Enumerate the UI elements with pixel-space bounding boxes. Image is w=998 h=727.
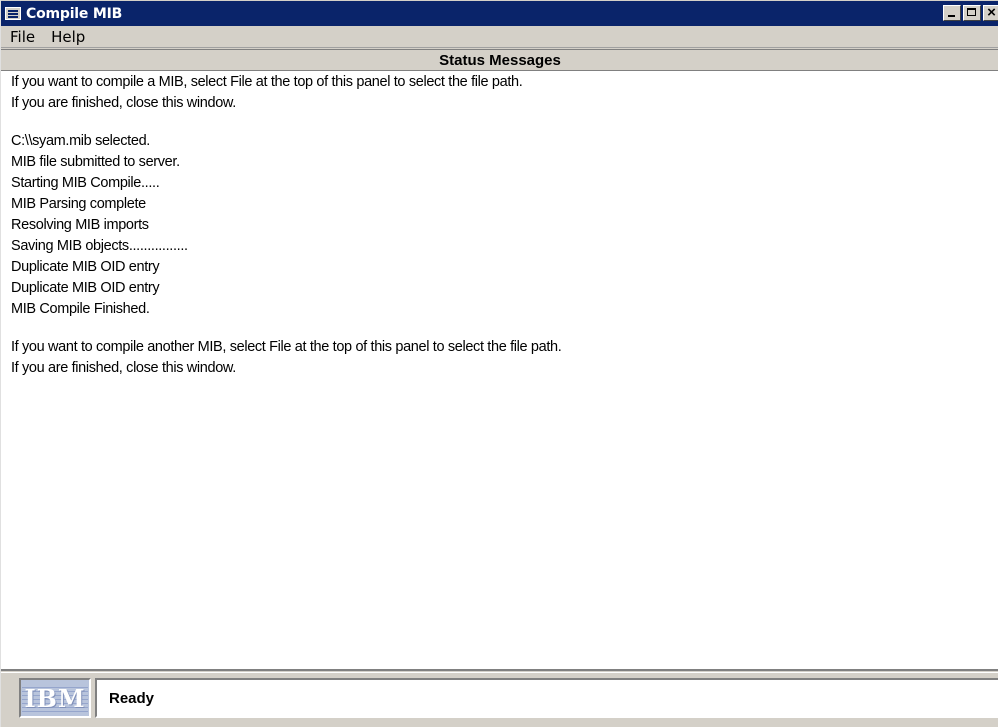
- close-button[interactable]: ×: [983, 5, 998, 21]
- message-line: C:\\syam.mib selected.: [11, 133, 150, 149]
- title-bar[interactable]: Compile MIB ×: [1, 0, 998, 26]
- message-line-blank: [11, 320, 998, 337]
- message-line: If you are finished, close this window.: [11, 360, 236, 376]
- status-bar: IBM Ready: [1, 669, 998, 727]
- status-text: Ready: [109, 689, 155, 707]
- window-title: Compile MIB: [26, 5, 123, 22]
- window-controls: ×: [943, 5, 998, 21]
- status-messages-header: Status Messages: [1, 50, 998, 71]
- message-line: Resolving MIB imports: [11, 217, 149, 233]
- message-line: Duplicate MIB OID entry: [11, 280, 160, 296]
- message-line: Starting MIB Compile.....: [11, 175, 160, 191]
- message-line: MIB Parsing complete: [11, 196, 146, 212]
- message-line-blank: [11, 114, 998, 131]
- status-bar-bottom-edge: [1, 721, 998, 727]
- maximize-button[interactable]: [963, 5, 981, 21]
- menu-bar: File Help: [1, 26, 998, 48]
- status-messages-panel: Status Messages If you want to compile a…: [1, 49, 998, 669]
- menu-help[interactable]: Help: [44, 28, 92, 46]
- messages-list: If you want to compile a MIB, select Fil…: [1, 71, 998, 379]
- status-text-field: Ready: [95, 678, 998, 718]
- message-line: If you want to compile a MIB, select Fil…: [11, 74, 523, 90]
- menu-file[interactable]: File: [3, 28, 42, 46]
- message-line: If you are finished, close this window.: [11, 95, 236, 111]
- message-line: MIB file submitted to server.: [11, 154, 180, 170]
- message-line: MIB Compile Finished.: [11, 301, 150, 317]
- minimize-button[interactable]: [943, 5, 961, 21]
- compile-mib-window: Compile MIB × File Help Status Messages …: [0, 0, 998, 727]
- app-window-icon[interactable]: [5, 7, 21, 20]
- message-line: Duplicate MIB OID entry: [11, 259, 160, 275]
- ibm-logo-text: IBM: [22, 683, 88, 713]
- message-line: Saving MIB objects................: [11, 238, 188, 254]
- ibm-logo: IBM: [19, 678, 91, 718]
- status-bar-separator: [1, 669, 998, 673]
- message-line: If you want to compile another MIB, sele…: [11, 339, 562, 355]
